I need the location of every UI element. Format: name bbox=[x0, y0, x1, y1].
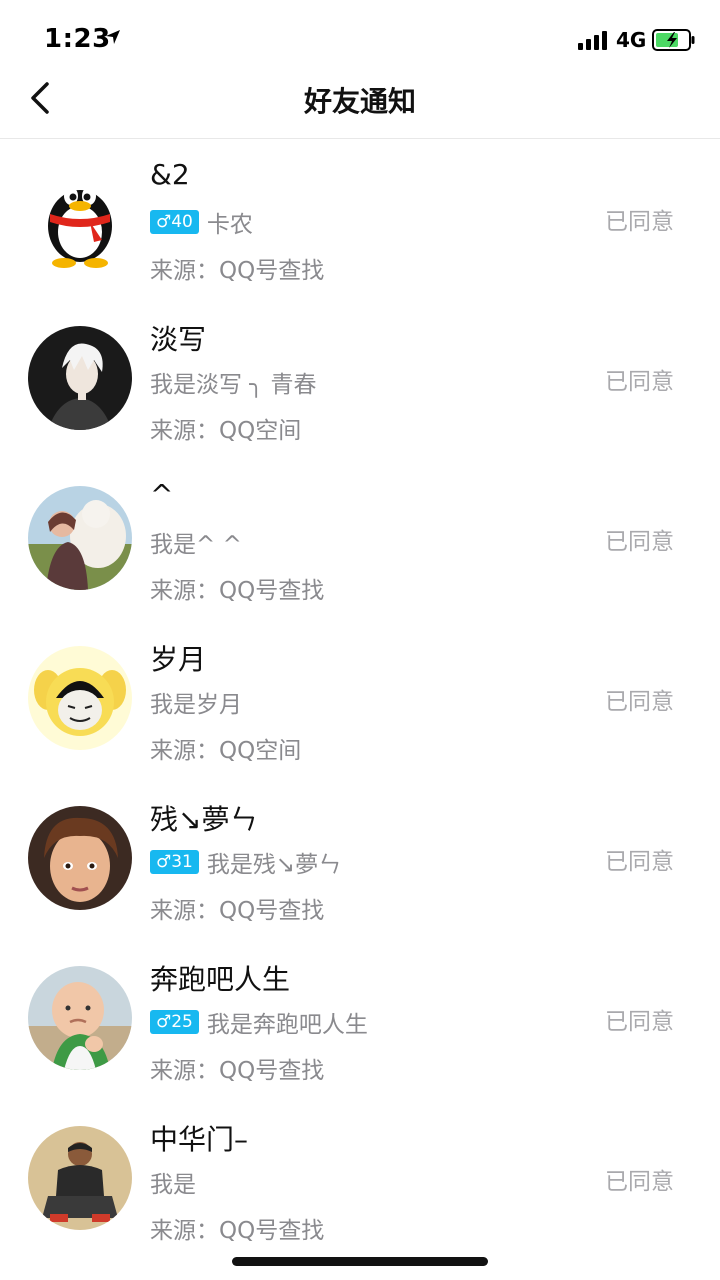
request-source: 来源：QQ号查找 bbox=[150, 1058, 325, 1084]
request-status: 已同意 bbox=[605, 209, 674, 235]
request-source: 来源：QQ空间 bbox=[150, 418, 302, 444]
friend-request-item[interactable]: 岁月 我是岁月 来源：QQ空间 已同意 bbox=[0, 618, 720, 778]
sitting-man-avatar bbox=[28, 1126, 132, 1230]
request-message: 我是奔跑吧人生 bbox=[206, 1012, 368, 1038]
request-info: 我是岁月 bbox=[150, 686, 242, 718]
toddler-avatar bbox=[28, 966, 132, 1070]
request-source: 来源：QQ号查找 bbox=[150, 1218, 325, 1244]
request-source: 来源：QQ号查找 bbox=[150, 578, 325, 604]
girl-with-dog-avatar bbox=[28, 486, 132, 590]
friend-name: &2 bbox=[150, 158, 190, 191]
network-type: 4G bbox=[616, 28, 647, 52]
request-info: 我是 bbox=[150, 1166, 196, 1198]
friend-request-item[interactable]: &2 ♂40 卡农 来源：QQ号查找 已同意 bbox=[0, 138, 720, 298]
request-message: 我是 bbox=[150, 1172, 196, 1198]
request-source: 来源：QQ号查找 bbox=[150, 898, 325, 924]
friend-request-item[interactable]: ^ 我是^ ^ 来源：QQ号查找 已同意 bbox=[0, 458, 720, 618]
request-status: 已同意 bbox=[605, 1169, 674, 1195]
request-info: 我是^ ^ bbox=[150, 526, 242, 558]
friend-name: ^ bbox=[150, 478, 174, 511]
avatar[interactable] bbox=[28, 806, 132, 910]
friend-name: 岁月 bbox=[150, 643, 207, 676]
page-title: 好友通知 bbox=[303, 85, 416, 118]
request-status: 已同意 bbox=[605, 369, 674, 395]
request-info: ♂31 我是残↘夢ㄣ bbox=[150, 846, 341, 878]
request-info: ♂40 卡农 bbox=[150, 206, 253, 238]
battery-charging-icon bbox=[652, 29, 695, 51]
request-message: 我是^ ^ bbox=[150, 532, 242, 558]
location-arrow-icon bbox=[106, 30, 120, 44]
friend-request-item[interactable]: 中华门– 我是 来源：QQ号查找 已同意 bbox=[0, 1098, 720, 1258]
meme-face-avatar bbox=[28, 646, 132, 750]
friend-name: 残↘夢ㄣ bbox=[150, 803, 258, 836]
navigation-bar: 好友通知 bbox=[0, 62, 720, 139]
friend-name: 淡写 bbox=[150, 323, 207, 356]
friend-notification-list: &2 ♂40 卡农 来源：QQ号查找 已同意 淡写 我是淡写 ╮ 青春 来源：Q… bbox=[0, 138, 720, 1258]
request-status: 已同意 bbox=[605, 1009, 674, 1035]
friend-request-item[interactable]: 残↘夢ㄣ ♂31 我是残↘夢ㄣ 来源：QQ号查找 已同意 bbox=[0, 778, 720, 938]
status-time: 1:23 bbox=[44, 24, 111, 54]
request-source: 来源：QQ空间 bbox=[150, 738, 302, 764]
friend-request-item[interactable]: 奔跑吧人生 ♂25 我是奔跑吧人生 来源：QQ号查找 已同意 bbox=[0, 938, 720, 1098]
request-message: 卡农 bbox=[206, 212, 253, 238]
gender-age-badge: ♂25 bbox=[150, 1010, 199, 1034]
request-status: 已同意 bbox=[605, 689, 674, 715]
request-status: 已同意 bbox=[605, 849, 674, 875]
avatar[interactable] bbox=[28, 1126, 132, 1230]
request-message: 我是残↘夢ㄣ bbox=[206, 852, 342, 878]
home-indicator[interactable] bbox=[232, 1257, 488, 1266]
avatar[interactable] bbox=[28, 486, 132, 590]
request-source: 来源：QQ号查找 bbox=[150, 258, 325, 284]
request-message: 我是淡写 ╮ 青春 bbox=[150, 372, 317, 398]
request-message: 我是岁月 bbox=[150, 692, 242, 718]
avatar[interactable] bbox=[28, 646, 132, 750]
young-man-avatar bbox=[28, 806, 132, 910]
request-status: 已同意 bbox=[605, 529, 674, 555]
gender-age-badge: ♂31 bbox=[150, 850, 199, 874]
avatar[interactable] bbox=[28, 166, 132, 270]
request-info: 我是淡写 ╮ 青春 bbox=[150, 366, 316, 398]
friend-name: 奔跑吧人生 bbox=[150, 963, 291, 996]
anime-character-avatar bbox=[28, 326, 132, 430]
avatar[interactable] bbox=[28, 326, 132, 430]
friend-name: 中华门– bbox=[150, 1123, 249, 1156]
avatar[interactable] bbox=[28, 966, 132, 1070]
signal-icon bbox=[578, 31, 607, 50]
gender-age-badge: ♂40 bbox=[150, 210, 199, 234]
request-info: ♂25 我是奔跑吧人生 bbox=[150, 1006, 368, 1038]
qq-penguin-avatar bbox=[48, 187, 112, 268]
friend-request-item[interactable]: 淡写 我是淡写 ╮ 青春 来源：QQ空间 已同意 bbox=[0, 298, 720, 458]
